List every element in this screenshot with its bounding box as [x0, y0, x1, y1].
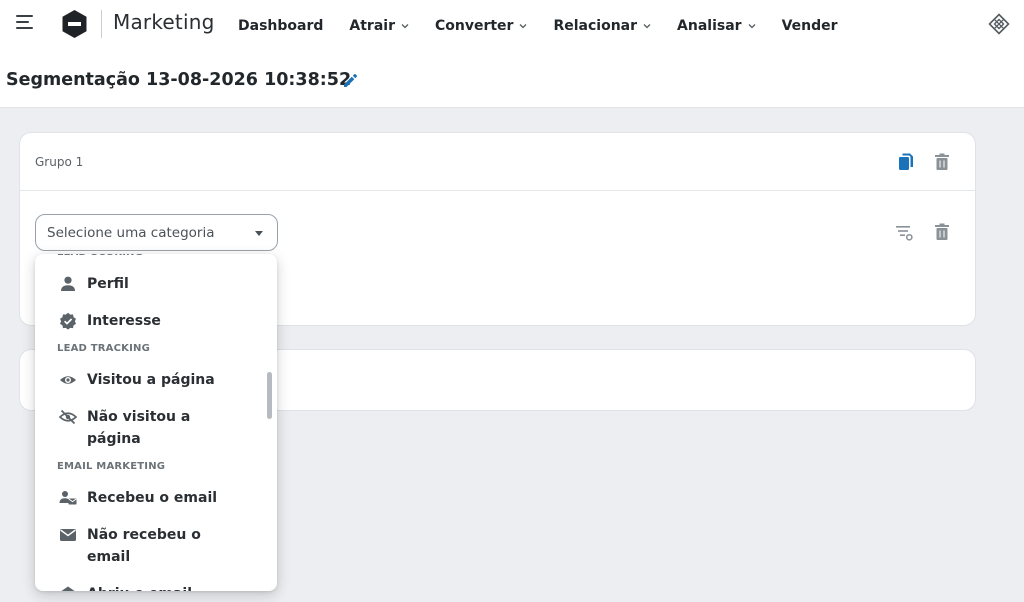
nav-item-label: Dashboard: [238, 18, 324, 34]
top-navigation-bar: Marketing Dashboard Atrair Converter Rel…: [0, 0, 1024, 52]
option-label: Abriu o email: [87, 574, 192, 591]
nav-item-dashboard[interactable]: Dashboard: [238, 18, 323, 34]
option-label: Não visitou a página: [87, 409, 191, 447]
category-dropdown-list: LEAD SCORING Perfil Interesse LEAD TRACK…: [35, 254, 277, 591]
chevron-down-icon: [748, 24, 756, 29]
nav-item-relacionar[interactable]: Relacionar: [553, 18, 651, 34]
section-email-marketing: EMAIL MARKETING: [57, 461, 166, 472]
dropdown-scrollbar[interactable]: [267, 372, 272, 419]
eye-off-icon: [59, 409, 77, 425]
chevron-down-icon: [520, 24, 527, 29]
chevron-down-icon: [401, 24, 409, 29]
page-title: Segmentação 13-08-2026 10:38:52: [6, 70, 352, 90]
option-abriu-email[interactable]: Abriu o email: [35, 574, 277, 591]
trash-icon[interactable]: [932, 152, 952, 172]
person-mail-icon: [59, 491, 77, 505]
option-label: Recebeu o email: [87, 490, 218, 506]
mail-open-icon: [61, 586, 75, 591]
eye-icon: [60, 376, 76, 384]
nav-item-atrair[interactable]: Atrair: [349, 18, 409, 34]
page-header: Segmentação 13-08-2026 10:38:52: [0, 52, 1024, 108]
option-recebeu-email[interactable]: Recebeu o email: [35, 478, 277, 515]
person-icon: [61, 276, 75, 291]
option-interesse[interactable]: Interesse: [35, 301, 277, 338]
nav-item-label: Atrair: [349, 18, 395, 34]
section-lead-scoring: LEAD SCORING: [35, 254, 277, 264]
nav-item-label: Relacionar: [553, 18, 638, 34]
nav-item-converter[interactable]: Converter: [435, 18, 527, 34]
caret-down-icon: [255, 231, 263, 236]
option-label: Visitou a página: [87, 372, 215, 388]
logo-icon: [62, 10, 87, 38]
filter-settings-icon[interactable]: [894, 222, 914, 242]
nav-item-vender[interactable]: Vender: [782, 18, 838, 34]
main-nav: Dashboard Atrair Converter Relacionar An…: [238, 0, 864, 52]
trash-icon[interactable]: [932, 222, 952, 242]
option-label: Não recebeu o email: [87, 527, 201, 565]
group-title: Grupo 1: [35, 155, 84, 169]
option-label: Interesse: [87, 313, 161, 329]
option-nao-recebeu-email[interactable]: Não recebeu o email: [35, 515, 277, 574]
section-lead-tracking: LEAD TRACKING: [57, 343, 150, 354]
nav-item-analisar[interactable]: Analisar: [677, 18, 756, 34]
group-card-header: Grupo 1: [20, 133, 975, 191]
category-select[interactable]: Selecione uma categoria: [35, 214, 278, 251]
pencil-icon[interactable]: [342, 72, 359, 89]
option-perfil[interactable]: Perfil: [35, 264, 277, 301]
copy-icon[interactable]: [896, 152, 916, 172]
nav-item-label: Analisar: [677, 18, 742, 34]
mail-icon: [60, 529, 76, 541]
nav-item-label: Converter: [434, 18, 514, 34]
menu-icon[interactable]: [16, 15, 36, 35]
apps-icon[interactable]: [988, 13, 1010, 35]
category-dropdown: LEAD SCORING Perfil Interesse LEAD TRACK…: [35, 254, 277, 591]
chevron-down-icon: [643, 24, 651, 29]
app-title: Marketing: [113, 10, 215, 34]
logo-divider: [101, 10, 102, 38]
option-visitou-pagina[interactable]: Visitou a página: [35, 360, 277, 397]
verified-badge-icon: [60, 312, 76, 330]
option-nao-visitou-pagina[interactable]: Não visitou a página: [35, 397, 277, 456]
option-label: Perfil: [87, 276, 129, 292]
category-select-placeholder: Selecione uma categoria: [47, 225, 215, 241]
nav-item-label: Vender: [781, 18, 838, 34]
